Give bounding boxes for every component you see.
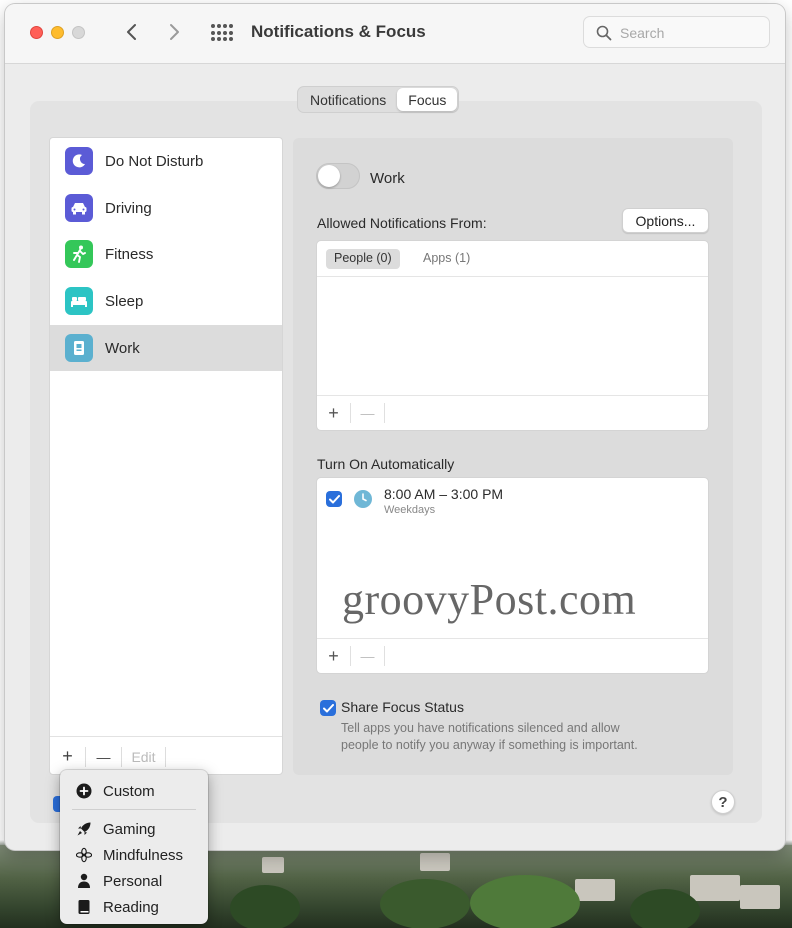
flower-icon bbox=[76, 847, 92, 863]
menu-item-label: Custom bbox=[103, 782, 155, 800]
share-focus-status-checkbox[interactable] bbox=[320, 700, 336, 716]
rocket-icon bbox=[76, 821, 92, 837]
search-field[interactable] bbox=[583, 16, 770, 48]
menu-item-personal[interactable]: Personal bbox=[60, 868, 208, 894]
running-icon bbox=[65, 240, 93, 268]
focus-enable-toggle[interactable] bbox=[316, 163, 360, 189]
focus-item-label: Driving bbox=[105, 199, 152, 217]
people-apps-tabs: People (0) Apps (1) bbox=[317, 241, 708, 277]
focus-item-do-not-disturb[interactable]: Do Not Disturb bbox=[50, 138, 282, 184]
search-input[interactable] bbox=[620, 23, 760, 43]
add-focus-menu: Custom Gaming Mindfulness Personal Readi… bbox=[60, 770, 208, 924]
remove-automation-button[interactable]: — bbox=[351, 646, 385, 666]
tab-apps[interactable]: Apps (1) bbox=[415, 249, 478, 269]
tab-focus[interactable]: Focus bbox=[397, 88, 458, 111]
checkmark-icon bbox=[328, 494, 340, 503]
share-focus-description-line-1: Tell apps you have notifications silence… bbox=[341, 721, 620, 735]
add-focus-button[interactable]: + bbox=[50, 746, 86, 767]
chevron-right-icon bbox=[170, 24, 179, 40]
plus-circle-icon bbox=[76, 783, 92, 799]
search-icon bbox=[596, 25, 612, 41]
menu-item-mindfulness[interactable]: Mindfulness bbox=[60, 842, 208, 868]
menu-item-label: Reading bbox=[103, 898, 159, 916]
checkmark-icon bbox=[322, 703, 334, 712]
focus-item-label: Fitness bbox=[105, 245, 154, 263]
remove-allowed-button[interactable]: — bbox=[351, 403, 385, 423]
menu-item-custom[interactable]: Custom bbox=[60, 778, 208, 804]
back-button[interactable] bbox=[117, 18, 145, 46]
menu-item-gaming[interactable]: Gaming bbox=[60, 816, 208, 842]
focus-item-label: Work bbox=[105, 339, 140, 357]
add-automation-button[interactable]: + bbox=[317, 646, 351, 666]
remove-focus-button[interactable]: — bbox=[86, 746, 122, 767]
person-icon bbox=[76, 873, 92, 889]
focus-name-label: Work bbox=[370, 170, 405, 187]
moon-icon bbox=[65, 147, 93, 175]
menu-item-reading[interactable]: Reading bbox=[60, 894, 208, 920]
add-allowed-button[interactable]: + bbox=[317, 403, 351, 423]
focus-list: Do Not Disturb Driving Fitness Sleep Wor… bbox=[49, 137, 283, 775]
tab-switcher: Notifications Focus bbox=[297, 86, 460, 113]
toggle-knob bbox=[318, 165, 340, 187]
title-bar: Notifications & Focus bbox=[5, 4, 785, 64]
allowed-box-footer: + — bbox=[317, 395, 708, 430]
car-icon bbox=[65, 194, 93, 222]
schedule-days: Weekdays bbox=[384, 504, 436, 516]
bed-icon bbox=[65, 287, 93, 315]
schedule-checkbox[interactable] bbox=[326, 491, 342, 507]
tab-notifications[interactable]: Notifications bbox=[299, 88, 397, 111]
menu-item-label: Mindfulness bbox=[103, 846, 184, 864]
book-icon bbox=[76, 899, 92, 915]
minimize-window-button[interactable] bbox=[51, 26, 64, 39]
close-window-button[interactable] bbox=[30, 26, 43, 39]
automation-box-footer: + — bbox=[317, 638, 708, 673]
share-focus-status-label: Share Focus Status bbox=[341, 699, 464, 715]
watermark-text: groovyPost.com bbox=[342, 575, 637, 624]
show-all-grid-icon[interactable] bbox=[211, 24, 233, 42]
focus-item-driving[interactable]: Driving bbox=[50, 185, 282, 231]
zoom-window-button[interactable] bbox=[72, 26, 85, 39]
share-focus-description-line-2: people to notify you anyway if something… bbox=[341, 738, 638, 752]
tab-people[interactable]: People (0) bbox=[326, 249, 400, 269]
menu-separator bbox=[72, 809, 196, 810]
options-button[interactable]: Options... bbox=[622, 208, 709, 233]
clock-icon bbox=[354, 490, 372, 508]
forward-button[interactable] bbox=[161, 18, 189, 46]
focus-item-sleep[interactable]: Sleep bbox=[50, 278, 282, 324]
help-button[interactable]: ? bbox=[711, 790, 735, 814]
chevron-left-icon bbox=[127, 24, 136, 40]
focus-item-fitness[interactable]: Fitness bbox=[50, 231, 282, 277]
focus-item-label: Sleep bbox=[105, 292, 144, 310]
focus-item-work[interactable]: Work bbox=[50, 325, 282, 371]
schedule-time[interactable]: 8:00 AM – 3:00 PM bbox=[384, 486, 503, 502]
allowed-notifications-heading: Allowed Notifications From: bbox=[317, 215, 487, 231]
badge-icon bbox=[65, 334, 93, 362]
menu-item-label: Gaming bbox=[103, 820, 156, 838]
window-title: Notifications & Focus bbox=[251, 22, 426, 41]
allowed-notifications-box: People (0) Apps (1) + — bbox=[316, 240, 709, 431]
turn-on-automatically-heading: Turn On Automatically bbox=[317, 456, 455, 472]
menu-item-label: Personal bbox=[103, 872, 163, 890]
focus-item-label: Do Not Disturb bbox=[105, 152, 204, 170]
edit-focus-button[interactable]: Edit bbox=[122, 746, 166, 767]
